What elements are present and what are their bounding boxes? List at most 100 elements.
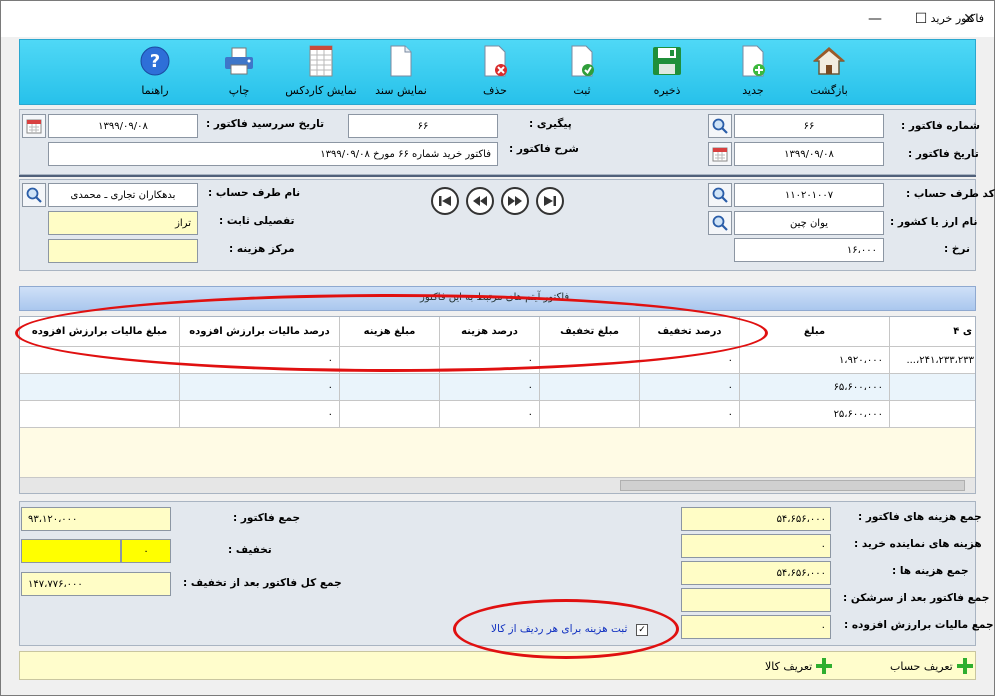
save-button[interactable]: ذخیره bbox=[632, 44, 702, 102]
annotation-ellipse bbox=[15, 294, 768, 372]
home-icon bbox=[812, 44, 846, 78]
section-separator bbox=[19, 175, 976, 177]
back-button[interactable]: بازگشت bbox=[794, 44, 864, 102]
due-date-label: تاریخ سررسید فاکتور : bbox=[206, 118, 325, 130]
print-button[interactable]: چاپ bbox=[204, 44, 274, 102]
table-cell[interactable]: ۱،۹۲۰،۰۰۰ bbox=[740, 347, 890, 374]
previous-record-button[interactable] bbox=[466, 187, 494, 215]
first-record-button[interactable] bbox=[431, 187, 459, 215]
calendar-icon bbox=[26, 119, 42, 134]
search-icon bbox=[712, 118, 728, 134]
show-document-button[interactable]: نمایش سند bbox=[366, 44, 436, 102]
spreadsheet-icon bbox=[304, 44, 338, 78]
table-cell[interactable] bbox=[340, 374, 440, 401]
invoice-costs-field[interactable]: ۵۴،۶۵۶،۰۰۰ bbox=[681, 507, 831, 531]
party-name-field[interactable]: بدهکاران تجاری ـ محمدی bbox=[48, 183, 198, 207]
invoice-date-label: تاریخ فاکتور : bbox=[908, 148, 979, 160]
help-icon: ? bbox=[138, 44, 172, 78]
window-title: فاکتور خرید bbox=[930, 12, 984, 25]
scrollbar-thumb[interactable] bbox=[620, 480, 965, 491]
tracking-field[interactable]: ۶۶ bbox=[348, 114, 498, 138]
costs-total-label: جمع هزینه ها : bbox=[892, 565, 969, 577]
toolbar-label: حذف bbox=[483, 84, 507, 97]
party-search-button[interactable] bbox=[22, 183, 46, 207]
currency-label: نام ارز یا کشور : bbox=[890, 216, 978, 228]
horizontal-scrollbar[interactable] bbox=[20, 477, 975, 493]
next-icon bbox=[508, 196, 522, 206]
invoice-number-field[interactable]: ۶۶ bbox=[734, 114, 884, 138]
define-goods-button[interactable]: تعریف کالا bbox=[765, 658, 833, 674]
account-code-search-button[interactable] bbox=[708, 183, 732, 207]
delete-document-icon bbox=[478, 44, 512, 78]
fixed-detail-field[interactable]: تراز bbox=[48, 211, 198, 235]
annotation-ellipse bbox=[453, 599, 679, 659]
title-bar: — ☐ ✕ فاکتور خرید bbox=[1, 1, 994, 37]
table-cell[interactable]: ۰ bbox=[440, 401, 540, 428]
table-cell[interactable]: ۶۵،۶۰۰،۰۰۰ bbox=[740, 374, 890, 401]
due-date-field[interactable]: ۱۳۹۹/۰۹/۰۸ bbox=[48, 114, 198, 138]
currency-field[interactable]: یوان چین bbox=[734, 211, 884, 235]
after-overhead-field[interactable] bbox=[681, 588, 831, 612]
table-cell[interactable] bbox=[20, 401, 180, 428]
toolbar-label: راهنما bbox=[141, 84, 169, 97]
costs-total-field[interactable]: ۵۴،۶۵۶،۰۰۰ bbox=[681, 561, 831, 585]
invoice-date-picker[interactable] bbox=[708, 142, 732, 166]
search-icon bbox=[712, 187, 728, 203]
table-cell[interactable]: ۲۵،۶۰۰،۰۰۰ bbox=[740, 401, 890, 428]
printer-icon bbox=[222, 44, 256, 78]
party-name-label: نام طرف حساب : bbox=[208, 187, 301, 199]
table-cell[interactable] bbox=[20, 374, 180, 401]
table-cell[interactable]: ۰ bbox=[640, 374, 740, 401]
invoice-search-button[interactable] bbox=[708, 114, 732, 138]
after-overhead-label: جمع فاکتور بعد از سرشکن : bbox=[843, 592, 990, 604]
toolbar-label: جدید bbox=[742, 84, 764, 97]
account-code-field[interactable]: ۱۱۰۲۰۱۰۰۷ bbox=[734, 183, 884, 207]
table-cell[interactable] bbox=[540, 374, 640, 401]
rate-label: نرخ : bbox=[944, 243, 970, 255]
table-cell[interactable] bbox=[890, 401, 975, 428]
help-button[interactable]: ? راهنما bbox=[120, 44, 190, 102]
table-cell[interactable]: ۰ bbox=[180, 374, 340, 401]
footer-bar: تعریف حساب تعریف کالا bbox=[19, 651, 976, 680]
table-cell[interactable]: ۰ bbox=[640, 401, 740, 428]
rate-field[interactable]: ۱۶،۰۰۰ bbox=[734, 238, 884, 262]
table-cell[interactable]: ۰ bbox=[440, 374, 540, 401]
description-field[interactable]: فاکتور خرید شماره ۶۶ مورخ ۱۳۹۹/۰۹/۰۸ bbox=[48, 142, 498, 166]
table-cell[interactable] bbox=[540, 401, 640, 428]
show-cardex-button[interactable]: نمایش کاردکس bbox=[285, 44, 357, 102]
account-code-label: کد طرف حساب : bbox=[906, 188, 995, 200]
previous-icon bbox=[473, 196, 487, 206]
invoice-number-label: شماره فاکتور : bbox=[901, 120, 980, 132]
grand-total-field[interactable]: ۱۴۷،۷۷۶،۰۰۰ bbox=[21, 572, 171, 596]
invoice-date-field[interactable]: ۱۳۹۹/۰۹/۰۸ bbox=[734, 142, 884, 166]
last-record-button[interactable] bbox=[536, 187, 564, 215]
last-icon bbox=[544, 196, 556, 206]
table-cell[interactable] bbox=[340, 401, 440, 428]
first-icon bbox=[439, 196, 451, 206]
description-label: شرح فاکتور : bbox=[509, 143, 579, 155]
cost-center-field[interactable] bbox=[48, 239, 198, 263]
new-button[interactable]: جدید bbox=[718, 44, 788, 102]
define-goods-label: تعریف کالا bbox=[765, 659, 813, 673]
define-account-button[interactable]: تعریف حساب bbox=[890, 658, 973, 674]
toolbar-label: بازگشت bbox=[810, 84, 848, 97]
post-button[interactable]: ثبت bbox=[547, 44, 617, 102]
vat-total-field[interactable]: ۰ bbox=[681, 615, 831, 639]
table-cell[interactable] bbox=[890, 374, 975, 401]
vat-total-label: جمع مالیات برارزش افزوده : bbox=[844, 619, 994, 631]
table-cell[interactable]: ۲۴۱،۲۳۳،۲۳۳،... bbox=[890, 347, 975, 374]
next-record-button[interactable] bbox=[501, 187, 529, 215]
search-icon bbox=[26, 187, 42, 203]
due-date-picker[interactable] bbox=[22, 114, 46, 138]
currency-search-button[interactable] bbox=[708, 211, 732, 235]
minimize-button[interactable]: — bbox=[852, 1, 898, 37]
column-header[interactable]: ی ۴ bbox=[890, 317, 975, 347]
discount-field[interactable]: ۰ bbox=[121, 539, 171, 563]
discount-type-field[interactable] bbox=[21, 539, 121, 563]
agent-costs-field[interactable]: ۰ bbox=[681, 534, 831, 558]
invoice-total-field[interactable]: ۹۳،۱۲۰،۰۰۰ bbox=[21, 507, 171, 531]
tracking-label: پیگیری : bbox=[529, 118, 572, 130]
cost-center-label: مرکز هزینه : bbox=[229, 243, 295, 255]
delete-button[interactable]: حذف bbox=[460, 44, 530, 102]
table-cell[interactable]: ۰ bbox=[180, 401, 340, 428]
